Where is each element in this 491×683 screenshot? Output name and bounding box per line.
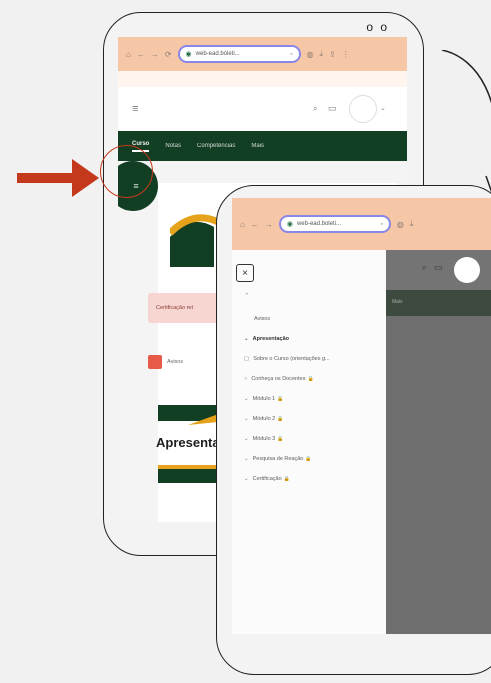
download-icon[interactable]: ⤓ <box>320 49 324 59</box>
dim-nav: Mais <box>386 290 491 316</box>
lock-icon: 🔒 <box>283 476 290 482</box>
lock-icon: ◦ <box>380 220 383 228</box>
sidebar-item-modulo-1[interactable]: ⌄ Módulo 1 🔒 <box>244 396 283 402</box>
sidebar-item-avisos[interactable]: Avisos <box>254 316 270 322</box>
chat-icon[interactable]: ▭ <box>328 103 337 114</box>
home-icon[interactable]: ⌂ <box>126 50 131 59</box>
back-icon[interactable]: ← <box>137 50 145 59</box>
chevron-down-icon: ⌄ <box>244 416 249 422</box>
front-phone-frame: ⌂ ← → ◉ web-ead.boleti... ◦ ◍ ⤓ ⌕ ▭ Mais… <box>216 185 491 675</box>
course-nav: Curso Notas Competências Mais <box>118 131 407 161</box>
highlight-ring <box>100 145 153 198</box>
back-icon[interactable]: ← <box>251 220 259 229</box>
forward-icon[interactable]: → <box>151 50 159 59</box>
url-text: web-ead.boleti... <box>195 51 240 57</box>
lock-icon: 🔒 <box>307 376 314 382</box>
chevron-down-icon: ⌄ <box>244 336 249 342</box>
download-icon[interactable]: ⤓ <box>410 219 414 229</box>
sidebar-item-sobre-curso[interactable]: ▢ Sobre o Curso (orientações g... <box>244 356 330 362</box>
sidebar-item-modulo-2[interactable]: ⌄ Módulo 2 🔒 <box>244 416 283 422</box>
course-title: Apresenta <box>156 435 220 450</box>
lock-icon: ◦ <box>290 50 293 58</box>
site-icon: ◉ <box>286 221 293 228</box>
front-screen: ⌂ ← → ◉ web-ead.boleti... ◦ ◍ ⤓ ⌕ ▭ Mais… <box>232 198 491 634</box>
url-text: web-ead.boleti... <box>296 221 341 227</box>
announcement-icon <box>148 355 162 369</box>
tab-notas[interactable]: Notas <box>165 143 181 149</box>
app-header: ≡ ⌕ ▭ ⌄ <box>118 87 407 131</box>
lock-icon: 🔒 <box>277 416 284 422</box>
home-icon[interactable]: ⌂ <box>240 220 245 229</box>
avatar[interactable] <box>349 95 377 123</box>
tab-count-icon[interactable]: ◍ <box>307 50 314 59</box>
nav-mais-dim: Mais <box>392 299 403 305</box>
pointer-arrow <box>17 159 99 197</box>
chevron-down-icon[interactable]: ⌄ <box>380 104 386 112</box>
avisos-label: Avisos <box>167 359 184 365</box>
close-drawer-button[interactable]: × <box>236 264 254 282</box>
chevron-up-icon[interactable]: ⌃ <box>244 292 250 300</box>
tab-mais[interactable]: Mais <box>251 143 264 149</box>
browser-toolbar-front: ⌂ ← → ◉ web-ead.boleti... ◦ ◍ ⤓ <box>232 198 491 250</box>
forward-icon[interactable]: → <box>265 220 273 229</box>
site-icon: ◉ <box>185 51 192 58</box>
avatar <box>454 257 480 283</box>
circle-icon: ○ <box>244 376 248 382</box>
browser-toolbar: ⌂ ← → ⟳ ◉ web-ead.boleti... ◦ ◍ ⤓ ⇪ ⋮ <box>118 37 407 71</box>
address-bar[interactable]: ◉ web-ead.boleti... ◦ <box>278 215 391 233</box>
chat-icon: ▭ <box>434 262 443 272</box>
sidebar-item-conheca-docentes[interactable]: ○ Conheça os Docentes 🔒 <box>244 376 314 382</box>
tab-count-icon[interactable]: ◍ <box>397 220 404 229</box>
alert-text: Certificação ret <box>156 305 193 311</box>
checkbox-icon: ▢ <box>244 356 250 362</box>
tab-competencias[interactable]: Competências <box>197 143 235 149</box>
course-index-drawer: × ⌃ Avisos ⌄ Apresentação ▢ Sobre o Curso … <box>232 250 386 634</box>
sidebar-item-modulo-3[interactable]: ⌄ Módulo 3 🔒 <box>244 436 283 442</box>
lock-icon: 🔒 <box>305 456 312 462</box>
close-icon: × <box>242 267 248 279</box>
chevron-down-icon: ⌄ <box>244 396 249 402</box>
share-icon[interactable]: ⇪ <box>329 50 336 59</box>
menu-icon[interactable]: ≡ <box>132 103 138 115</box>
avisos-row[interactable]: Avisos <box>148 355 183 369</box>
sidebar-item-pesquisa-reacao[interactable]: ⌄ Pesquisa de Reação 🔒 <box>244 456 312 462</box>
refresh-icon[interactable]: ⟳ <box>165 50 172 59</box>
chevron-down-icon: ⌄ <box>244 476 249 482</box>
page-strip <box>118 71 407 87</box>
dim-header: ⌕ ▭ <box>386 250 491 290</box>
search-icon[interactable]: ⌕ <box>313 104 317 114</box>
sidebar-item-certificacao[interactable]: ⌄ Certificação 🔒 <box>244 476 290 482</box>
address-bar[interactable]: ◉ web-ead.boleti... ◦ <box>177 45 301 63</box>
chevron-down-icon: ⌄ <box>244 436 249 442</box>
search-icon: ⌕ <box>422 263 427 272</box>
camera-dots: o o <box>366 20 389 34</box>
chevron-down-icon: ⌄ <box>244 456 249 462</box>
more-icon[interactable]: ⋮ <box>342 50 350 59</box>
sidebar-section-apresentacao[interactable]: ⌄ Apresentação <box>244 336 289 342</box>
lock-icon: 🔒 <box>277 436 284 442</box>
lock-icon: 🔒 <box>277 396 284 402</box>
